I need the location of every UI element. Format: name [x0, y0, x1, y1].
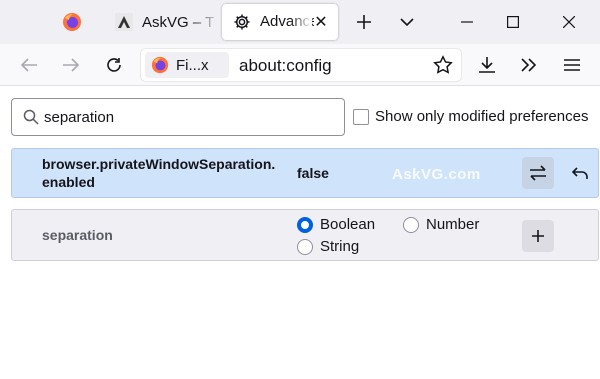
minimize-icon — [461, 21, 473, 23]
boolean-label: Boolean — [320, 216, 376, 233]
type-boolean-option[interactable]: Boolean — [297, 216, 375, 233]
list-all-tabs-button[interactable] — [393, 8, 421, 36]
boolean-radio[interactable] — [297, 216, 313, 233]
string-radio[interactable] — [297, 238, 313, 255]
number-radio[interactable] — [403, 216, 419, 233]
toggle-button[interactable] — [522, 157, 554, 189]
show-modified-checkbox[interactable] — [353, 108, 369, 125]
preference-row: browser.privateWindowSeparation. enabled… — [11, 148, 599, 198]
add-preference-row: separation Boolean Number String — [11, 209, 599, 261]
app-menu-button[interactable] — [557, 51, 587, 79]
maximize-button[interactable] — [490, 4, 536, 40]
bookmark-star-button[interactable] — [431, 53, 455, 77]
askvg-icon — [114, 12, 134, 32]
close-tab-icon[interactable]: ✕ — [312, 13, 330, 31]
search-input[interactable] — [44, 107, 334, 127]
star-icon — [433, 55, 453, 74]
identity-label: Fi...x — [176, 56, 209, 74]
firefox-icon — [151, 56, 169, 74]
download-icon — [479, 57, 495, 73]
chevron-down-icon — [400, 18, 414, 27]
address-bar[interactable]: Fi...x about:config — [141, 49, 461, 81]
show-modified-label: Show only modified preferences — [375, 108, 589, 125]
forward-button[interactable] — [56, 51, 86, 79]
maximize-icon — [507, 16, 519, 28]
navigation-toolbar: Fi...x about:config — [0, 44, 600, 86]
new-preference-name: separation — [42, 227, 113, 243]
type-string-option[interactable]: String — [297, 238, 359, 255]
close-icon — [563, 16, 575, 28]
tab-pinned-firefox[interactable] — [48, 4, 96, 40]
reload-icon — [107, 58, 121, 72]
tab-strip: AskVG – T Advanced ✕ — [0, 0, 600, 44]
preference-name: browser.privateWindowSeparation. enabled — [42, 156, 276, 190]
back-button[interactable] — [14, 51, 44, 79]
url-text[interactable]: about:config — [239, 56, 332, 76]
reset-button[interactable] — [564, 157, 596, 189]
new-tab-button[interactable] — [350, 8, 378, 36]
close-window-button[interactable] — [546, 4, 592, 40]
string-label: String — [320, 238, 360, 255]
downloads-button[interactable] — [472, 51, 502, 79]
tab-askvg[interactable]: AskVG – T — [104, 4, 220, 40]
plus-icon — [532, 230, 544, 242]
forward-arrow-icon — [63, 58, 80, 72]
watermark: AskVG.com — [392, 166, 481, 183]
type-number-option[interactable]: Number — [403, 216, 479, 233]
preference-value: false — [297, 165, 329, 181]
tab-advanced-preferences[interactable]: Advanced ✕ — [222, 4, 338, 40]
search-field[interactable] — [11, 98, 345, 136]
search-icon — [23, 109, 39, 125]
double-chevron-right-icon — [521, 58, 537, 72]
plus-icon — [357, 15, 371, 29]
identity-box[interactable]: Fi...x — [145, 52, 229, 78]
back-arrow-icon — [20, 58, 37, 72]
number-label: Number — [426, 216, 480, 233]
reload-button[interactable] — [99, 51, 129, 79]
show-modified-toggle[interactable]: Show only modified preferences — [353, 108, 588, 125]
add-button[interactable] — [522, 220, 554, 252]
firefox-icon — [63, 13, 81, 31]
gear-icon — [232, 12, 252, 32]
hamburger-menu-icon — [564, 59, 580, 71]
overflow-menu-button[interactable] — [514, 51, 544, 79]
minimize-button[interactable] — [444, 4, 490, 40]
toggle-arrows-icon — [530, 165, 546, 181]
undo-icon — [572, 167, 588, 179]
